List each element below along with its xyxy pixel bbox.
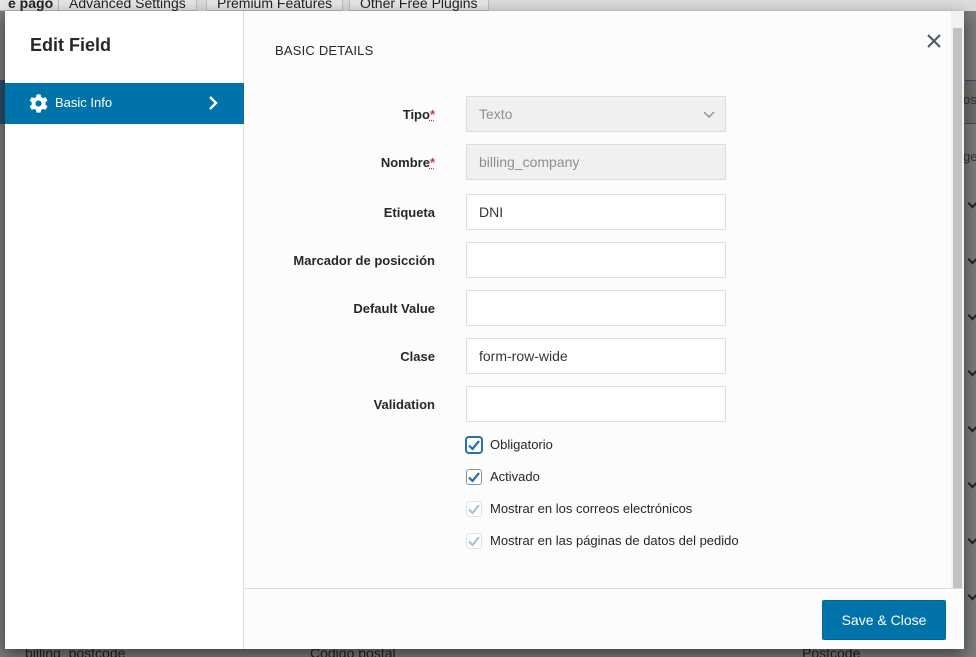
bg-tab-advanced-settings: Advanced Settings xyxy=(58,0,197,11)
tipo-select[interactable]: Texto xyxy=(466,96,726,132)
check-icon xyxy=(468,504,480,515)
etiqueta-label: Etiqueta xyxy=(383,205,435,220)
check-icon xyxy=(468,440,480,451)
required-mark: * xyxy=(429,107,435,122)
checkbox-label: Mostrar en los correos electrónicos xyxy=(490,501,693,516)
placeholder-field[interactable] xyxy=(466,242,726,278)
bg-tab-premium-features: Premium Features xyxy=(206,0,344,11)
bg-tab-other-free-plugins: Other Free Plugins xyxy=(349,0,489,11)
activado-checkbox[interactable] xyxy=(466,469,482,485)
clase-field[interactable]: form-row-wide xyxy=(466,338,726,374)
modal-sidebar: Edit Field Basic Info xyxy=(5,11,244,649)
close-icon[interactable] xyxy=(923,30,945,52)
show-in-order-pages-checkbox[interactable] xyxy=(466,533,482,549)
scrollbar-thumb[interactable] xyxy=(953,28,962,588)
check-icon xyxy=(468,536,480,547)
default-value-field[interactable] xyxy=(466,290,726,326)
bg-tab: e pago xyxy=(0,0,65,11)
nombre-field[interactable]: billing_company xyxy=(466,144,726,180)
gear-icon xyxy=(29,94,48,113)
sidebar-item-basic-info[interactable]: Basic Info xyxy=(5,83,244,124)
validation-label: Validation xyxy=(373,397,435,412)
bg-text: os xyxy=(963,92,976,107)
validation-field[interactable] xyxy=(466,386,726,422)
check-icon xyxy=(468,472,480,483)
modal-title: Edit Field xyxy=(30,35,111,55)
tipo-value: Texto xyxy=(479,106,513,122)
tipo-label: Tipo* xyxy=(402,107,435,122)
chevron-right-icon xyxy=(209,96,218,110)
required-mark: * xyxy=(429,155,435,170)
default-value-label: Default Value xyxy=(353,301,435,316)
chevron-down-icon xyxy=(703,111,715,118)
content-scrollbar[interactable] xyxy=(951,11,964,588)
checkbox-label: Obligatorio xyxy=(490,437,553,452)
section-title: BASIC DETAILS xyxy=(275,43,374,58)
checkbox-label: Activado xyxy=(490,469,540,484)
sidebar-item-label: Basic Info xyxy=(55,95,113,110)
show-in-emails-checkbox[interactable] xyxy=(466,501,482,517)
checkbox-label: Mostrar en las páginas de datos del pedi… xyxy=(490,533,739,548)
modal-content: BASIC DETAILS Tipo* Texto Nombre* billin… xyxy=(245,11,951,588)
save-and-close-button[interactable]: Save & Close xyxy=(822,600,946,640)
etiqueta-field[interactable]: DNI xyxy=(466,194,726,230)
background-tabs: e pago Advanced Settings Premium Feature… xyxy=(0,0,976,11)
nombre-label: Nombre* xyxy=(380,155,435,170)
bg-text: ge xyxy=(963,149,976,164)
placeholder-label: Marcador de posicción xyxy=(293,253,435,268)
modal-footer: Save & Close xyxy=(245,588,964,649)
clase-label: Clase xyxy=(400,349,435,364)
edit-field-modal: Edit Field Basic Info BASIC DETAILS Tipo… xyxy=(5,11,964,649)
obligatorio-checkbox[interactable] xyxy=(466,437,482,453)
